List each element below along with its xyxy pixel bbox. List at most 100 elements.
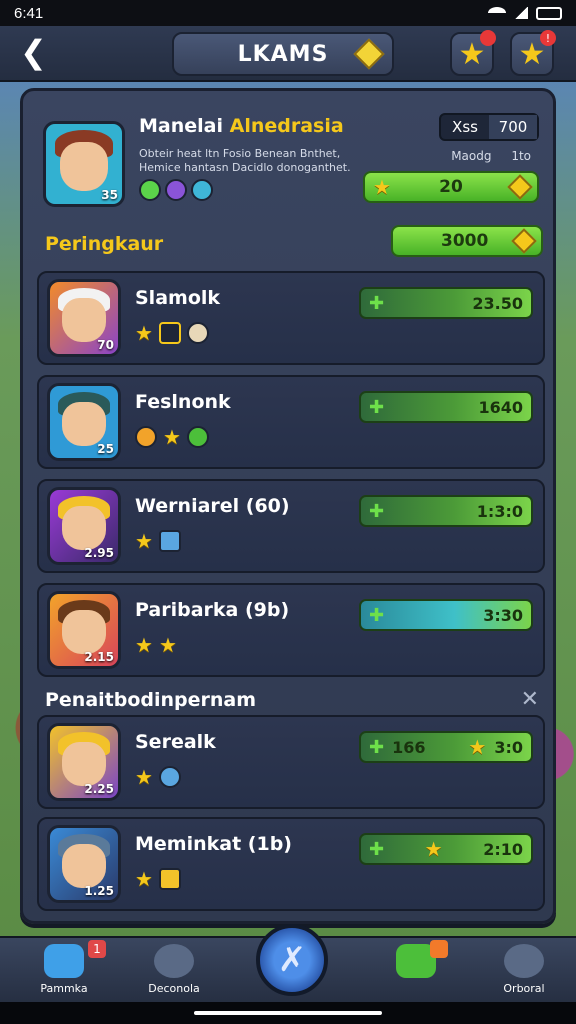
chest-icon	[158, 868, 181, 890]
profile-description: Obteir heat ltn Fosio Benean Bnthet, Hem…	[139, 147, 359, 175]
face-shape	[62, 401, 106, 447]
signal-icon	[514, 7, 528, 19]
gear-icon	[504, 944, 544, 978]
nav-item-profile[interactable]: Orboral	[474, 942, 574, 1002]
player-name: Paribarka (9b)	[135, 599, 290, 621]
bottom-nav: Pammka 1 Deconola ✗ Orboral	[0, 924, 576, 1002]
player-score-bar: ✚ 23.50	[359, 287, 533, 319]
back-arrow-icon[interactable]: ❮	[20, 36, 54, 70]
profile-name: Manelai Alnedrasia	[139, 115, 344, 137]
star-icon: ★	[424, 837, 443, 861]
avatar-level: 70	[97, 338, 114, 352]
star-icon: ★	[158, 633, 177, 657]
player-avatar: 70	[47, 279, 121, 357]
player-avatar: 1.25	[47, 825, 121, 903]
list-item[interactable]: 2.15 Paribarka (9b) ★ ★ ✚ 3:30	[37, 583, 545, 677]
star-button[interactable]: ★	[450, 30, 496, 76]
nav-label: Orboral	[503, 982, 545, 995]
profile-avatar[interactable]: 35	[43, 121, 125, 207]
favorites-button[interactable]: ★ !	[510, 30, 556, 76]
cone-icon	[186, 322, 209, 344]
center-action-button[interactable]: ✗	[256, 924, 328, 996]
plus-icon: ✚	[369, 604, 385, 626]
green-badge-icon	[139, 179, 161, 201]
face-shape	[62, 843, 106, 889]
avatar-level: 2.95	[84, 546, 114, 560]
player-score-bar: ✚ 166 ★ 3:0	[359, 731, 533, 763]
player-avatar: 2.25	[47, 723, 121, 801]
notification-badge: !	[540, 30, 556, 46]
nav-item-home[interactable]: Pammka 1	[14, 940, 114, 1002]
nav-label: Deconola	[148, 982, 200, 995]
face-shape	[62, 505, 106, 551]
top-bar: ❮ LKAMS ★ ★ !	[0, 26, 576, 82]
player-badges: ★ ★	[135, 633, 177, 657]
home-indicator[interactable]	[194, 1011, 382, 1015]
list-item[interactable]: 70 Slamolk ★ ✚ 23.50	[37, 271, 545, 365]
star-icon: ★	[135, 867, 153, 891]
player-name: Meminkat (1b)	[135, 833, 292, 855]
player-avatar: 25	[47, 383, 121, 461]
status-time: 6:41	[14, 4, 44, 22]
xp-sub-label: Maodg	[451, 149, 492, 163]
plus-icon: ✚	[369, 838, 385, 860]
avatar-level: 2.25	[84, 782, 114, 796]
profile-score-value: 20	[439, 177, 463, 197]
list-item[interactable]: 2.25 Serealk ★ ✚ 166 ★ 3:0	[37, 715, 545, 809]
list-item[interactable]: 1.25 Meminkat (1b) ★ ✚ ★ 2:10	[37, 817, 545, 911]
box-icon	[158, 530, 181, 552]
list-item[interactable]: 25 Feslnonk ★ ✚ 1640	[37, 375, 545, 469]
notification-dot	[480, 30, 496, 46]
gem-icon	[507, 174, 533, 200]
player-score: 3:30	[483, 605, 523, 625]
star-icon: ★	[135, 765, 153, 789]
close-icon[interactable]: ✕	[521, 687, 539, 712]
player-score-a: 166	[392, 737, 426, 757]
battery-icon	[536, 6, 562, 20]
player-score: 1640	[478, 397, 523, 417]
xp-sub: Maodg 1to	[435, 149, 531, 163]
star-icon: ★	[135, 633, 153, 657]
blue-badge-icon	[191, 179, 213, 201]
plus-icon: ✚	[369, 736, 385, 758]
face-shape	[62, 741, 106, 787]
status-icons	[488, 6, 562, 20]
avatar-level: 1.25	[84, 884, 114, 898]
xp-sub-value: 1to	[511, 149, 531, 163]
face-shape	[59, 141, 109, 192]
nav-item-settings[interactable]: Deconola	[124, 942, 224, 1002]
avatar-level: 25	[97, 442, 114, 456]
coin-icon	[135, 426, 157, 448]
player-name: Serealk	[135, 731, 216, 753]
player-badges: ★	[135, 425, 209, 449]
ranking-score-bar[interactable]: 3000	[391, 225, 543, 257]
chest-icon	[158, 322, 181, 344]
star-icon: ★	[373, 175, 391, 199]
page-title-text: LKAMS	[237, 41, 329, 67]
section-title-second: Penaitbodinpernam	[45, 689, 257, 711]
player-score-b: 3:0	[494, 737, 523, 757]
avatar-level: 2.15	[84, 650, 114, 664]
star-icon: ★	[135, 529, 153, 553]
face-shape	[62, 609, 106, 655]
nav-label: Pammka	[40, 982, 88, 995]
player-score: 1:3:0	[476, 501, 523, 521]
profile-name-main: Manelai	[139, 115, 223, 137]
player-avatar: 2.95	[47, 487, 121, 565]
list-item[interactable]: 2.95 Werniarel (60) ★ ✚ 1:3:0	[37, 479, 545, 573]
drop-icon	[186, 426, 209, 448]
avatar-level: 35	[101, 188, 118, 202]
nav-item-chat[interactable]	[366, 940, 466, 1002]
profile-score-bar[interactable]: ★ 20	[363, 171, 539, 203]
player-score: 2:10	[483, 839, 523, 859]
player-badges: ★	[135, 867, 181, 891]
player-score: 23.50	[472, 293, 523, 313]
section-title-ranking: Peringkaur	[45, 233, 164, 255]
gem-icon	[353, 38, 385, 70]
main-panel: 35 Manelai Alnedrasia Obteir heat ltn Fo…	[20, 88, 556, 924]
player-badges: ★	[135, 529, 181, 553]
player-score-bar: ✚ 1640	[359, 391, 533, 423]
plus-icon: ✚	[369, 396, 385, 418]
plus-icon: ✚	[369, 292, 385, 314]
profile-desc-line1: Obteir heat ltn Fosio Benean Bnthet,	[139, 147, 341, 160]
